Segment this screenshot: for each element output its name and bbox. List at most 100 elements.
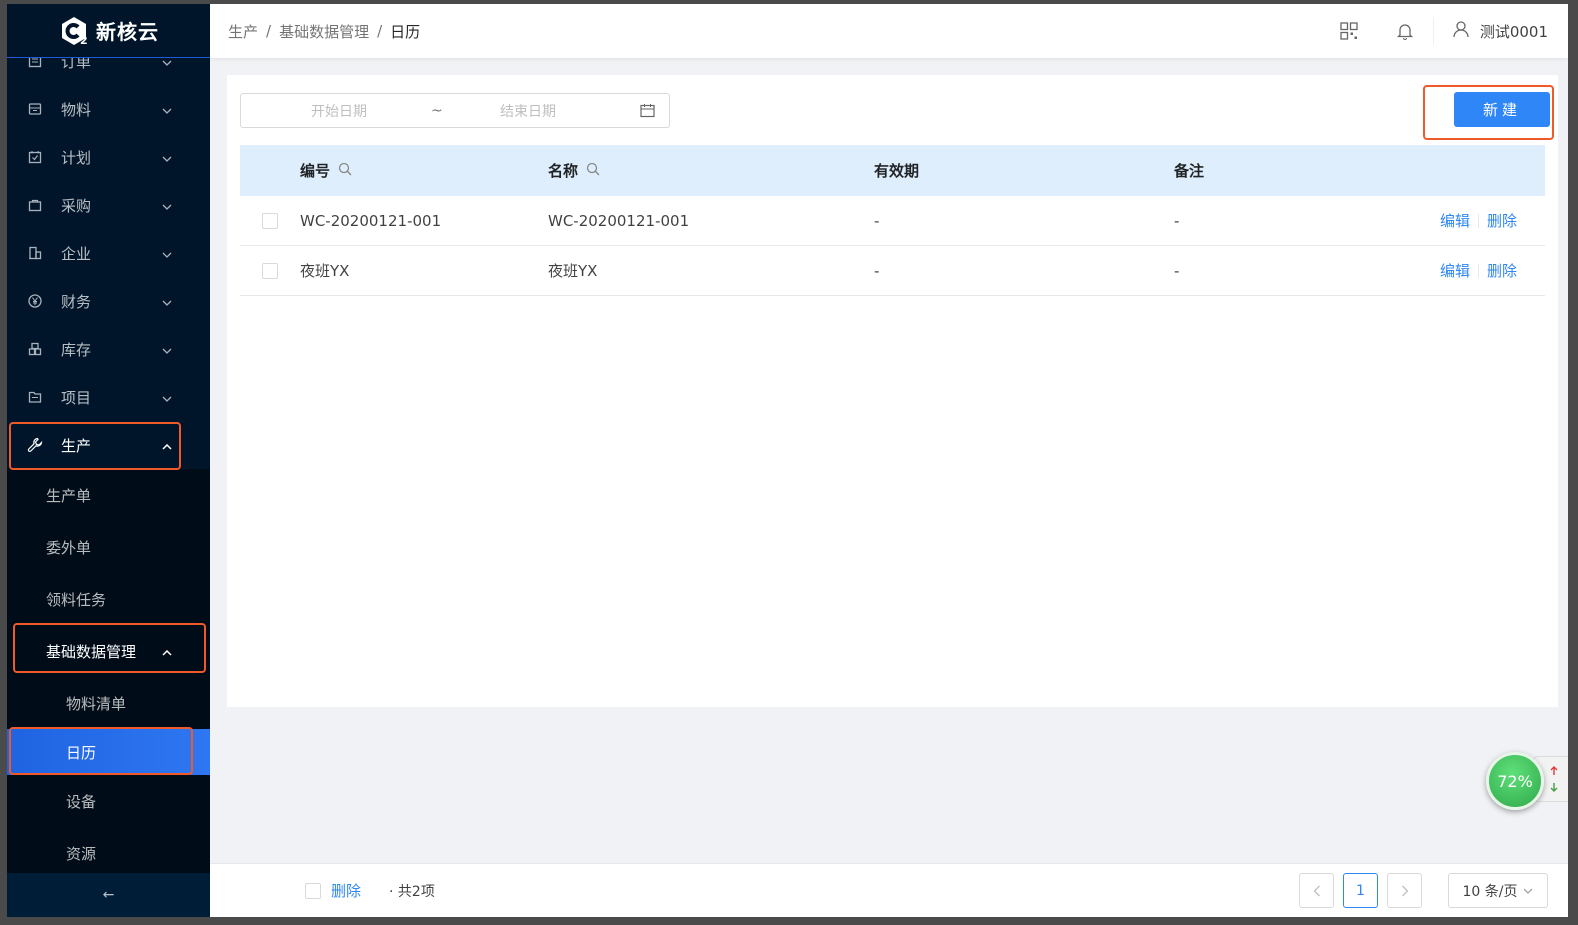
sidebar-item-bom[interactable]: 物料清单 <box>7 677 210 729</box>
sidebar-item-production[interactable]: 生产 <box>7 421 210 469</box>
column-validity: 有效期 <box>874 162 920 180</box>
row-checkbox-cell <box>240 212 300 229</box>
table-header: 编号 名称 有效期 备注 <box>240 145 1545 196</box>
sidebar-item-label: 企业 <box>61 244 92 263</box>
box-icon <box>27 101 43 117</box>
row-checkbox-cell <box>240 262 300 279</box>
column-note: 备注 <box>1174 162 1205 180</box>
search-icon[interactable] <box>586 162 600 180</box>
sidebar-item-label: 生产 <box>61 436 92 455</box>
chevron-up-icon <box>162 642 172 660</box>
chevron-down-icon <box>162 340 172 358</box>
breadcrumb-item[interactable]: 基础数据管理 <box>279 21 369 42</box>
sidebar-item-material[interactable]: 物料 <box>7 85 210 133</box>
chevron-down-icon <box>162 148 172 166</box>
sidebar-item-label: 库存 <box>61 340 92 359</box>
range-separator: ~ <box>431 102 443 119</box>
collapse-sidebar-button[interactable]: ← <box>7 873 210 917</box>
qrcode-icon[interactable] <box>1321 4 1377 58</box>
header-actions: 测试0001 <box>1321 4 1548 58</box>
cell-name: WC-20200121-001 <box>548 211 690 230</box>
sidebar-item-label: 物料 <box>61 100 92 119</box>
delete-link[interactable]: 删除 <box>1487 210 1517 231</box>
column-header-label: 名称 <box>548 162 579 180</box>
user-icon <box>1452 20 1470 42</box>
app-window: 2 新核云 订单 物料 <box>7 4 1568 917</box>
cell-actions: 编辑 删除 <box>1424 260 1545 281</box>
prev-page-button[interactable] <box>1299 873 1334 908</box>
row-checkbox[interactable] <box>262 212 278 229</box>
wrench-icon <box>27 437 43 453</box>
sidebar-item-purchase[interactable]: 采购 <box>7 181 210 229</box>
page-size-value: 10 条/页 <box>1462 883 1518 900</box>
bell-icon[interactable] <box>1377 4 1433 58</box>
content-card: 开始日期 ~ 结束日期 新建 编号 名称 有效期 备注 WC-20200121-… <box>227 75 1558 707</box>
next-page-button[interactable] <box>1387 873 1422 908</box>
building-icon <box>27 245 43 261</box>
inventory-icon <box>27 341 43 357</box>
sidebar-item-inventory[interactable]: 库存 <box>7 325 210 373</box>
chevron-down-icon <box>162 292 172 310</box>
svg-text:2: 2 <box>80 34 88 47</box>
chevron-down-icon <box>162 244 172 262</box>
page-size-select[interactable]: 10 条/页 <box>1448 873 1548 908</box>
cell-note: - <box>1174 211 1180 230</box>
breadcrumb-separator: / <box>377 22 383 40</box>
top-header: 生产 / 基础数据管理 / 日历 测试0001 <box>210 4 1568 58</box>
start-date-input[interactable]: 开始日期 <box>311 101 367 121</box>
cell-name: 夜班YX <box>548 262 598 280</box>
logo-text: 新核云 <box>96 20 159 44</box>
sidebar: 2 新核云 订单 物料 <box>7 4 210 917</box>
table-row: WC-20200121-001 WC-20200121-001 - - 编辑 删… <box>240 196 1545 246</box>
sidebar-item-outsourcing-order[interactable]: 委外单 <box>7 521 210 573</box>
sidebar-item-project[interactable]: 项目 <box>7 373 210 421</box>
cell-validity: - <box>874 261 880 280</box>
cell-code: WC-20200121-001 <box>300 211 442 230</box>
breadcrumb-item[interactable]: 生产 <box>228 21 258 42</box>
sidebar-item-picking-task[interactable]: 领料任务 <box>7 573 210 625</box>
sidebar-item-plan[interactable]: 计划 <box>7 133 210 181</box>
new-button[interactable]: 新建 <box>1454 92 1550 127</box>
select-all-checkbox[interactable] <box>305 882 321 899</box>
search-icon[interactable] <box>338 162 352 180</box>
sidebar-item-enterprise[interactable]: 企业 <box>7 229 210 277</box>
cell-validity: - <box>874 211 880 230</box>
collapse-arrow-icon: ← <box>102 887 115 903</box>
batch-delete-link[interactable]: 删除 <box>331 880 361 901</box>
date-range-picker[interactable]: 开始日期 ~ 结束日期 <box>240 93 670 128</box>
chevron-down-icon <box>162 388 172 406</box>
sidebar-item-label: 财务 <box>61 292 92 311</box>
delete-link[interactable]: 删除 <box>1487 260 1517 281</box>
calendar-icon <box>640 103 655 122</box>
cell-actions: 编辑 删除 <box>1424 210 1545 231</box>
page-number-button[interactable]: 1 <box>1343 873 1378 908</box>
pagination: 1 10 条/页 <box>1299 873 1548 908</box>
sidebar-item-calendar[interactable]: 日历 <box>7 729 210 775</box>
sidebar-item-basic-data[interactable]: 基础数据管理 <box>7 625 210 677</box>
edit-link[interactable]: 编辑 <box>1440 210 1470 231</box>
breadcrumb-current: 日历 <box>390 22 421 41</box>
logo-icon: 2 <box>62 16 88 47</box>
chevron-right-icon <box>1401 885 1408 896</box>
end-date-input[interactable]: 结束日期 <box>500 101 556 121</box>
sidebar-item-resource[interactable]: 资源 <box>7 827 210 879</box>
cell-note: - <box>1174 261 1180 280</box>
chevron-left-icon <box>1313 885 1320 896</box>
bag-icon <box>27 197 43 213</box>
sidebar-item-label: 项目 <box>61 388 92 407</box>
sidebar-item-finance[interactable]: 财务 <box>7 277 210 325</box>
footer-bar: 删除 · 共2项 1 10 条/页 <box>210 863 1568 917</box>
performance-widget[interactable]: 72% <box>1486 750 1568 812</box>
up-down-arrows-icon <box>1550 766 1558 792</box>
sidebar-item-label: 基础数据管理 <box>46 642 137 661</box>
action-divider <box>1477 263 1479 278</box>
usage-percent: 72% <box>1497 771 1533 791</box>
sidebar-item-equipment[interactable]: 设备 <box>7 775 210 827</box>
username: 测试0001 <box>1479 22 1548 41</box>
row-checkbox[interactable] <box>262 262 278 279</box>
total-count: · 共2项 <box>389 883 435 900</box>
sidebar-menu: 订单 物料 计划 采购 企业 财务 库存 项目 生产 生产单 委外单 领料任务 … <box>7 37 210 879</box>
user-menu[interactable]: 测试0001 <box>1432 17 1548 45</box>
sidebar-item-production-order[interactable]: 生产单 <box>7 469 210 521</box>
edit-link[interactable]: 编辑 <box>1440 260 1470 281</box>
